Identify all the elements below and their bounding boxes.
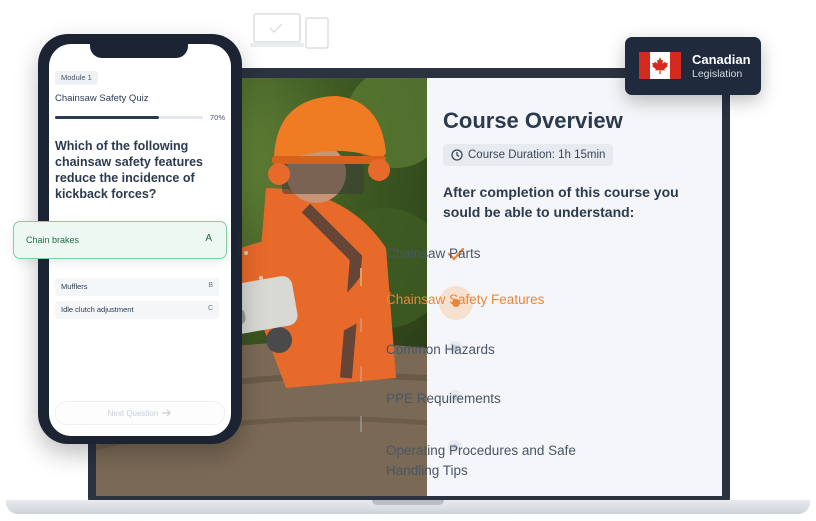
answer-option-label: Chain brakes bbox=[26, 235, 80, 245]
topic-item-ppe-requirements[interactable]: PPE Requirements bbox=[386, 391, 501, 406]
topic-item-operating-procedures[interactable]: Operating Procedures and Safe Handling T… bbox=[386, 441, 596, 481]
clock-icon bbox=[451, 149, 463, 161]
canadian-legislation-badge: Canadian Legislation bbox=[625, 37, 761, 95]
timeline-connector bbox=[360, 416, 362, 432]
course-title: Course Overview bbox=[443, 108, 623, 133]
course-subtitle: After completion of this course you soul… bbox=[443, 184, 679, 220]
laptop-base-notch bbox=[372, 500, 444, 505]
phone-notch bbox=[90, 41, 188, 58]
answer-option-c[interactable]: Idle clutch adjustment C bbox=[55, 301, 219, 319]
timeline-connector bbox=[360, 366, 362, 382]
devices-icon bbox=[250, 13, 329, 49]
module-label: Module 1 bbox=[55, 71, 98, 85]
next-question-label: Next Question bbox=[107, 408, 159, 418]
answer-option-label: Idle clutch adjustment bbox=[61, 305, 134, 314]
timeline-connector bbox=[360, 318, 362, 332]
answer-option-a[interactable]: Chain brakes A bbox=[13, 221, 227, 259]
badge-title: Canadian bbox=[692, 52, 751, 67]
answer-option-key: B bbox=[208, 282, 213, 289]
course-duration-text: Course Duration: 1h 15min bbox=[468, 149, 606, 161]
topic-item-common-hazards[interactable]: Common Hazards bbox=[386, 342, 495, 357]
next-question-button[interactable]: Next Question bbox=[55, 401, 225, 425]
badge-subtitle: Legislation bbox=[692, 68, 743, 80]
timeline-connector bbox=[360, 268, 362, 286]
answer-option-b[interactable]: Mufflers B bbox=[55, 278, 219, 296]
quiz-progress-fill bbox=[55, 116, 159, 119]
quiz-progress-bar bbox=[55, 116, 203, 119]
quiz-title: Chainsaw Safety Quiz bbox=[55, 93, 149, 104]
quiz-progress-label: 70% bbox=[210, 113, 226, 122]
topic-item-chainsaw-safety-features[interactable]: Chainsaw Safety Features bbox=[386, 292, 544, 307]
canada-flag-icon bbox=[639, 52, 681, 79]
arrow-right-icon bbox=[162, 409, 172, 417]
topic-item-chainsaw-parts[interactable]: Chainsaw Parts bbox=[386, 246, 481, 261]
answer-option-key: A bbox=[205, 233, 212, 244]
answer-option-key: C bbox=[207, 305, 213, 312]
course-duration-badge: Course Duration: 1h 15min bbox=[443, 144, 614, 166]
answer-option-label: Mufflers bbox=[61, 282, 88, 291]
quiz-question: Which of the following chainsaw safety f… bbox=[55, 139, 203, 201]
